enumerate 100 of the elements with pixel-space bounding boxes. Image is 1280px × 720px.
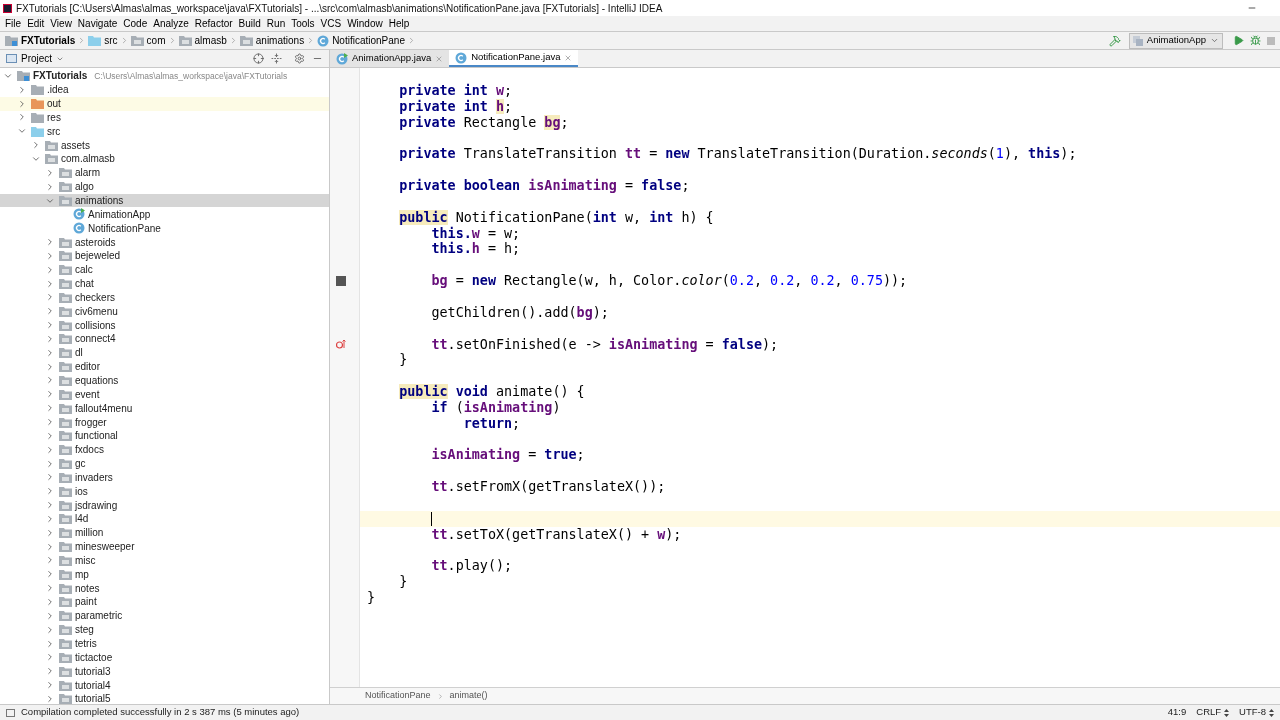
chevron-right-icon[interactable] xyxy=(45,320,55,331)
override-icon[interactable] xyxy=(336,339,346,350)
tree-item[interactable]: million xyxy=(0,525,329,540)
tree-item[interactable]: fxdocs xyxy=(0,442,329,457)
chevron-right-icon[interactable] xyxy=(45,444,55,455)
breadcrumb[interactable]: almasb xyxy=(178,33,227,48)
tree-item[interactable]: civ6menu xyxy=(0,304,329,319)
menu-item[interactable]: Refactor xyxy=(191,16,236,31)
chevron-right-icon[interactable] xyxy=(45,292,55,303)
tree-item[interactable]: FXTutorials C:\Users\Almas\almas_workspace\java\FXTutorials xyxy=(0,69,329,83)
tree-item[interactable]: paint xyxy=(0,595,329,609)
menu-item[interactable]: Build xyxy=(235,16,264,31)
chevron-right-icon[interactable] xyxy=(45,306,55,317)
chevron-right-icon[interactable] xyxy=(17,84,27,95)
breadcrumb[interactable]: animations xyxy=(239,33,305,48)
chevron-right-icon[interactable] xyxy=(45,458,55,469)
chevron-right-icon[interactable] xyxy=(45,555,55,566)
debug-icon[interactable] xyxy=(1250,35,1261,46)
caret-position[interactable]: 41:9 xyxy=(1167,705,1187,720)
chevron-right-icon[interactable] xyxy=(45,278,55,289)
breadcrumb[interactable]: src xyxy=(88,33,118,48)
tree-item[interactable]: NotificationPane xyxy=(0,221,329,236)
chevron-right-icon[interactable] xyxy=(45,264,55,275)
chevron-right-icon[interactable] xyxy=(45,680,55,691)
chevron-right-icon[interactable] xyxy=(45,472,55,483)
menu-item[interactable]: VCS xyxy=(317,16,345,31)
tree-item[interactable]: src xyxy=(0,124,329,139)
chevron-right-icon[interactable] xyxy=(45,250,55,261)
menu-item[interactable]: Edit xyxy=(24,16,48,31)
menu-item[interactable]: File xyxy=(2,16,25,31)
close-icon[interactable] xyxy=(564,53,573,62)
editor-tab[interactable]: AnimationApp.java xyxy=(330,50,450,67)
menu-item[interactable]: Navigate xyxy=(74,16,121,31)
tree-item[interactable]: minesweeper xyxy=(0,539,329,554)
tree-item[interactable]: mp xyxy=(0,567,329,582)
tree-item[interactable]: animations xyxy=(0,193,329,208)
tree-item[interactable]: out xyxy=(0,96,329,111)
collapse-icon[interactable] xyxy=(271,53,282,64)
tree-item[interactable]: chat xyxy=(0,276,329,291)
menu-item[interactable]: Tools xyxy=(288,16,318,31)
chevron-right-icon[interactable] xyxy=(45,666,55,677)
hammer-icon[interactable] xyxy=(1108,34,1121,47)
chevron-right-icon[interactable] xyxy=(45,693,55,704)
tree-item[interactable]: l4d xyxy=(0,512,329,526)
breadcrumb[interactable]: NotificationPane xyxy=(365,689,431,703)
chevron-right-icon[interactable] xyxy=(45,237,55,248)
tree-item[interactable]: .idea xyxy=(0,82,329,97)
encoding-selector[interactable]: UTF-8 xyxy=(1239,705,1274,720)
tree-item[interactable]: event xyxy=(0,387,329,402)
chevron-right-icon[interactable] xyxy=(31,140,41,151)
tree-item[interactable]: gc xyxy=(0,456,329,471)
chevron-right-icon[interactable] xyxy=(45,541,55,552)
chevron-right-icon[interactable] xyxy=(45,167,55,178)
chevron-right-icon[interactable] xyxy=(17,112,27,123)
tree-item[interactable]: functional xyxy=(0,428,329,443)
tree-item[interactable]: tetris xyxy=(0,636,329,651)
run-icon[interactable] xyxy=(1233,35,1244,46)
chevron-right-icon[interactable] xyxy=(45,417,55,427)
chevron-right-icon[interactable] xyxy=(45,361,55,372)
tree-item[interactable]: tictactoe xyxy=(0,650,329,665)
tree-item[interactable]: ios xyxy=(0,484,329,499)
tree-item[interactable]: checkers xyxy=(0,290,329,305)
tree-item[interactable]: connect4 xyxy=(0,332,329,346)
menu-item[interactable]: Analyze xyxy=(150,16,192,31)
breadcrumb[interactable]: animate() xyxy=(449,689,488,703)
tree-item[interactable]: res xyxy=(0,110,329,125)
tree-item[interactable]: algo xyxy=(0,179,329,194)
chevron-right-icon[interactable] xyxy=(45,333,55,344)
chevron-right-icon[interactable] xyxy=(45,652,55,663)
line-separator-selector[interactable]: CRLF xyxy=(1196,705,1230,720)
breadcrumb[interactable]: com xyxy=(130,33,166,48)
tree-item[interactable]: assets xyxy=(0,138,329,153)
chevron-right-icon[interactable] xyxy=(45,569,55,580)
chevron-right-icon[interactable] xyxy=(45,597,55,607)
chevron-right-icon[interactable] xyxy=(17,98,27,109)
chevron-right-icon[interactable] xyxy=(45,624,55,635)
tree-item[interactable]: steg xyxy=(0,622,329,637)
chevron-right-icon[interactable] xyxy=(45,513,55,524)
tree-item[interactable]: misc xyxy=(0,553,329,568)
chevron-right-icon[interactable] xyxy=(45,610,55,621)
tree-item[interactable]: fallout4menu xyxy=(0,401,329,416)
tree-item[interactable]: calc xyxy=(0,262,329,277)
tree-item[interactable]: parametric xyxy=(0,608,329,623)
tree-item[interactable]: invaders xyxy=(0,470,329,485)
chevron-down-icon[interactable] xyxy=(31,154,41,164)
settings-icon[interactable] xyxy=(294,53,305,64)
breadcrumb[interactable]: NotificationPane xyxy=(317,33,405,48)
tree-item[interactable]: tutorial4 xyxy=(0,678,329,692)
color-swatch-icon[interactable] xyxy=(336,276,346,287)
chevron-right-icon[interactable] xyxy=(45,638,55,649)
tree-item[interactable]: dl xyxy=(0,345,329,360)
chevron-right-icon[interactable] xyxy=(45,181,55,192)
tree-item[interactable]: AnimationApp xyxy=(0,207,329,222)
tree-item[interactable]: asteroids xyxy=(0,235,329,249)
tree-item[interactable]: notes xyxy=(0,581,329,596)
tree-item[interactable]: tutorial5 xyxy=(0,691,329,704)
tree-item[interactable]: tutorial3 xyxy=(0,664,329,679)
tree-item[interactable]: alarm xyxy=(0,165,329,180)
chevron-right-icon[interactable] xyxy=(45,375,55,386)
close-icon[interactable] xyxy=(435,54,444,63)
